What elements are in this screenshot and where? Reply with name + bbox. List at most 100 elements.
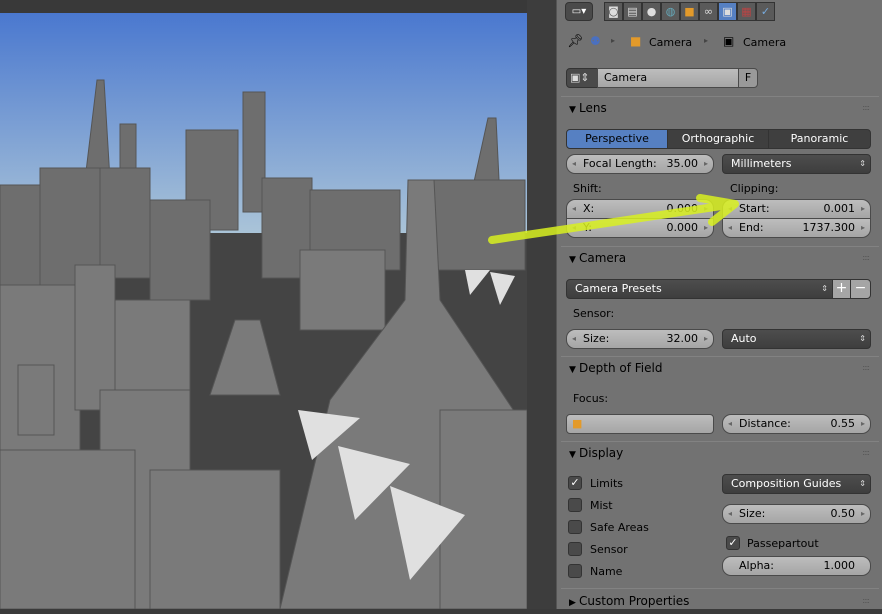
properties-editor: ▭▾ ◙ ▤ ● ◍ ■ ∞ ▣ ▦ ✓ 📌︎ ⚉ ▸ ■ Camera ▸ ▣… [556, 0, 882, 609]
lens-panel-header[interactable]: ▼ Lens:::: [557, 97, 882, 119]
updown-icon: ⇕ [859, 334, 866, 343]
field-label: Y: [583, 221, 592, 234]
texture-icon[interactable]: ▦ [737, 2, 756, 21]
breadcrumb-item[interactable]: Camera [649, 36, 692, 49]
field-value: 1737.300 [802, 221, 856, 234]
world-icon[interactable]: ◍ [661, 2, 680, 21]
collapse-triangle-icon: ▼ [569, 255, 576, 265]
scene-object-icon: ⚉ [590, 34, 601, 48]
field-label: Size: [583, 332, 610, 345]
field-label: Alpha: [739, 559, 774, 572]
checkbox-label: Mist [590, 499, 613, 512]
panel-title: Lens [579, 101, 607, 115]
focus-distance-field[interactable]: ◂ Distance: 0.55 ▸ [722, 414, 871, 434]
checkbox-label: Name [590, 565, 623, 578]
field-value: 0.000 [666, 202, 699, 215]
camera-data-icon[interactable]: ▣ [718, 2, 737, 21]
particles-icon[interactable]: ✓ [756, 2, 775, 21]
focus-object-field[interactable]: ■ [566, 414, 714, 434]
drag-grip-icon[interactable]: :::: [862, 97, 870, 119]
scene-icon[interactable]: ● [642, 2, 661, 21]
composition-guides-dropdown[interactable]: Composition Guides ⇕ [722, 474, 871, 494]
mist-checkbox[interactable] [568, 498, 582, 512]
field-label: Focal Length: [583, 157, 657, 170]
sensor-size-field[interactable]: ◂ Size: 32.00 ▸ [566, 329, 714, 349]
breadcrumb-arrow-icon: ▸ [611, 36, 616, 45]
collapse-triangle-icon: ▼ [569, 450, 576, 460]
object-icon[interactable]: ■ [680, 2, 699, 21]
field-value: 0.000 [666, 221, 699, 234]
expand-triangle-icon: ▶ [569, 598, 576, 608]
panel-title: Display [579, 446, 624, 460]
collapse-triangle-icon: ▼ [569, 105, 576, 115]
3d-viewport[interactable] [0, 0, 527, 609]
lens-unit-dropdown[interactable]: Millimeters ⇕ [722, 154, 871, 174]
checkbox-label: Sensor [590, 543, 628, 556]
panel-title: Camera [579, 251, 627, 265]
checkbox-label: Limits [590, 477, 623, 490]
display-panel-header[interactable]: ▼ Display:::: [557, 442, 882, 464]
datablock-name-input[interactable]: Camera [597, 68, 739, 88]
checkbox-label: Passepartout [747, 537, 819, 550]
render-layers-icon[interactable]: ▤ [623, 2, 642, 21]
sensor-fit-dropdown[interactable]: Auto ⇕ [722, 329, 871, 349]
updown-icon: ⇕ [821, 284, 828, 293]
dropdown-value: Auto [731, 332, 757, 345]
region-divider[interactable] [527, 0, 556, 609]
shift-y-field[interactable]: ◂ Y: 0.000 ▸ [566, 218, 714, 238]
field-label: End: [739, 221, 764, 234]
updown-icon: ⇕ [859, 479, 866, 488]
drag-grip-icon[interactable]: :::: [862, 442, 870, 464]
camera-presets-dropdown[interactable]: Camera Presets ⇕ [566, 279, 833, 299]
drag-grip-icon[interactable]: :::: [862, 357, 870, 379]
dropdown-value: Composition Guides [731, 477, 842, 490]
render-icon[interactable]: ◙ [604, 2, 623, 21]
field-value: 0.55 [830, 417, 856, 430]
clip-end-field[interactable]: ◂ End: 1737.300 ▸ [722, 218, 871, 238]
add-preset-button[interactable]: + [832, 279, 851, 299]
focal-length-field[interactable]: ◂ Focal Length: 35.00 ▸ [566, 154, 714, 174]
shift-x-field[interactable]: ◂ X: 0.000 ▸ [566, 199, 714, 219]
clipping-label: Clipping: [730, 182, 779, 195]
focus-label: Focus: [573, 392, 609, 405]
shift-label: Shift: [573, 182, 602, 195]
dropdown-value: Camera Presets [575, 282, 662, 295]
field-value: 35.00 [666, 157, 699, 170]
sensor-label: Sensor: [573, 307, 615, 320]
remove-preset-button[interactable]: − [850, 279, 871, 299]
dropdown-value: Millimeters [731, 157, 792, 170]
datablock-browse-button[interactable]: ▣⇕ [566, 68, 598, 88]
field-label: Size: [739, 507, 766, 520]
sensor-checkbox[interactable] [568, 542, 582, 556]
editor-type-menu[interactable]: ▭▾ [565, 2, 593, 21]
breadcrumb-item[interactable]: Camera [743, 36, 786, 49]
panel-title: Depth of Field [579, 361, 663, 375]
city-render [0, 13, 527, 609]
camera-data-icon: ▣ [723, 34, 735, 48]
safe-areas-checkbox[interactable] [568, 520, 582, 534]
fake-user-button[interactable]: F [738, 68, 758, 88]
field-label: X: [583, 202, 595, 215]
constraints-icon[interactable]: ∞ [699, 2, 718, 21]
breadcrumb-arrow-icon: ▸ [704, 36, 709, 45]
field-label: Distance: [739, 417, 791, 430]
camera-panel-header[interactable]: ▼ Camera:::: [557, 247, 882, 269]
tab-orthographic[interactable]: Orthographic [667, 129, 769, 149]
limits-checkbox[interactable]: ✓ [568, 476, 582, 490]
panel-title: Custom Properties [579, 594, 690, 608]
name-checkbox[interactable] [568, 564, 582, 578]
display-size-field[interactable]: ◂ Size: 0.50 ▸ [722, 504, 871, 524]
drag-grip-icon[interactable]: :::: [862, 247, 870, 269]
clip-start-field[interactable]: ◂ Start: 0.001 ▸ [722, 199, 871, 219]
passepartout-alpha-field[interactable]: Alpha: 1.000 [722, 556, 871, 576]
field-value: 0.50 [830, 507, 856, 520]
tab-panoramic[interactable]: Panoramic [768, 129, 871, 149]
field-label: Start: [739, 202, 770, 215]
field-value: 32.00 [666, 332, 699, 345]
object-icon: ■ [630, 34, 642, 48]
passepartout-checkbox[interactable]: ✓ [726, 536, 740, 550]
tab-perspective[interactable]: Perspective [566, 129, 668, 149]
dof-panel-header[interactable]: ▼ Depth of Field:::: [557, 357, 882, 379]
checkbox-label: Safe Areas [590, 521, 649, 534]
pin-icon[interactable]: 📌︎ [567, 34, 584, 49]
